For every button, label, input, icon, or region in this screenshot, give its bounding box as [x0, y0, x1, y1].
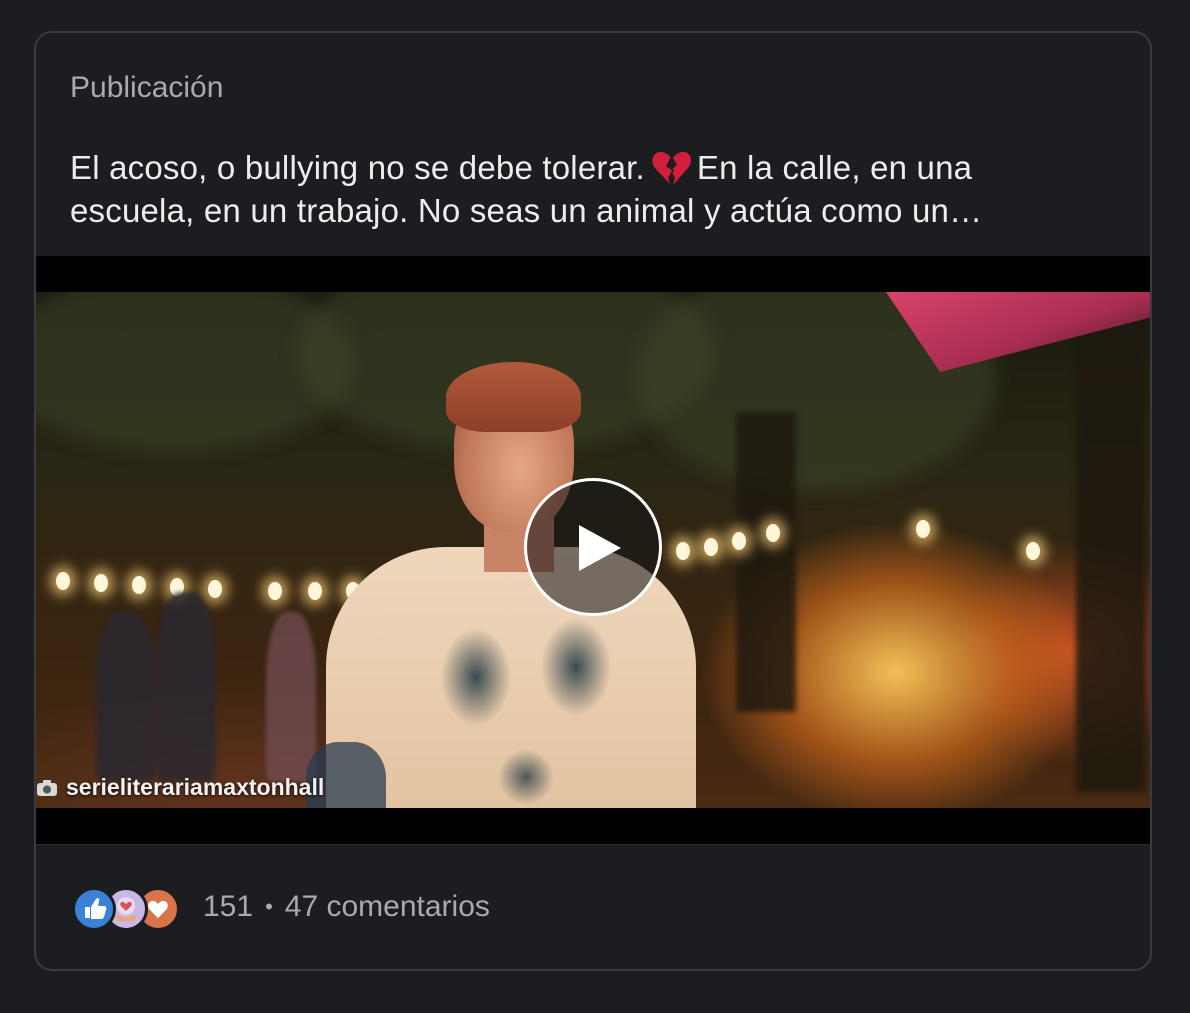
- post-text-part-2: En la calle, en una: [696, 149, 973, 186]
- post-card[interactable]: Publicación El acoso, o bullying no se d…: [34, 31, 1152, 971]
- card-label: Publicación: [70, 71, 224, 104]
- reaction-count[interactable]: 151: [203, 889, 253, 925]
- like-icon: [72, 887, 116, 931]
- play-icon: [579, 525, 621, 571]
- engagement-counts: 151 • 47 comentarios: [203, 889, 490, 925]
- play-button[interactable]: [524, 478, 662, 616]
- broken-heart-emoji: [652, 151, 691, 186]
- post-text-line-1: El acoso, o bullying no se debe tolerar.…: [70, 146, 1130, 189]
- watermark-text: serieliterariamaxtonhall: [66, 774, 325, 800]
- reactions-summary[interactable]: [72, 886, 180, 932]
- divider: [36, 844, 1150, 845]
- video-player[interactable]: serieliterariamaxtonhall: [36, 256, 1150, 844]
- video-watermark: serieliterariamaxtonhall: [36, 774, 324, 801]
- separator-dot: •: [265, 894, 273, 919]
- post-text[interactable]: El acoso, o bullying no se debe tolerar.…: [70, 146, 1130, 232]
- camera-icon: [37, 779, 57, 796]
- comments-count-link[interactable]: 47 comentarios: [285, 889, 490, 925]
- post-text-line-2: escuela, en un trabajo. No seas un anima…: [70, 192, 983, 229]
- post-text-part-1: El acoso, o bullying no se debe tolerar.: [70, 149, 645, 186]
